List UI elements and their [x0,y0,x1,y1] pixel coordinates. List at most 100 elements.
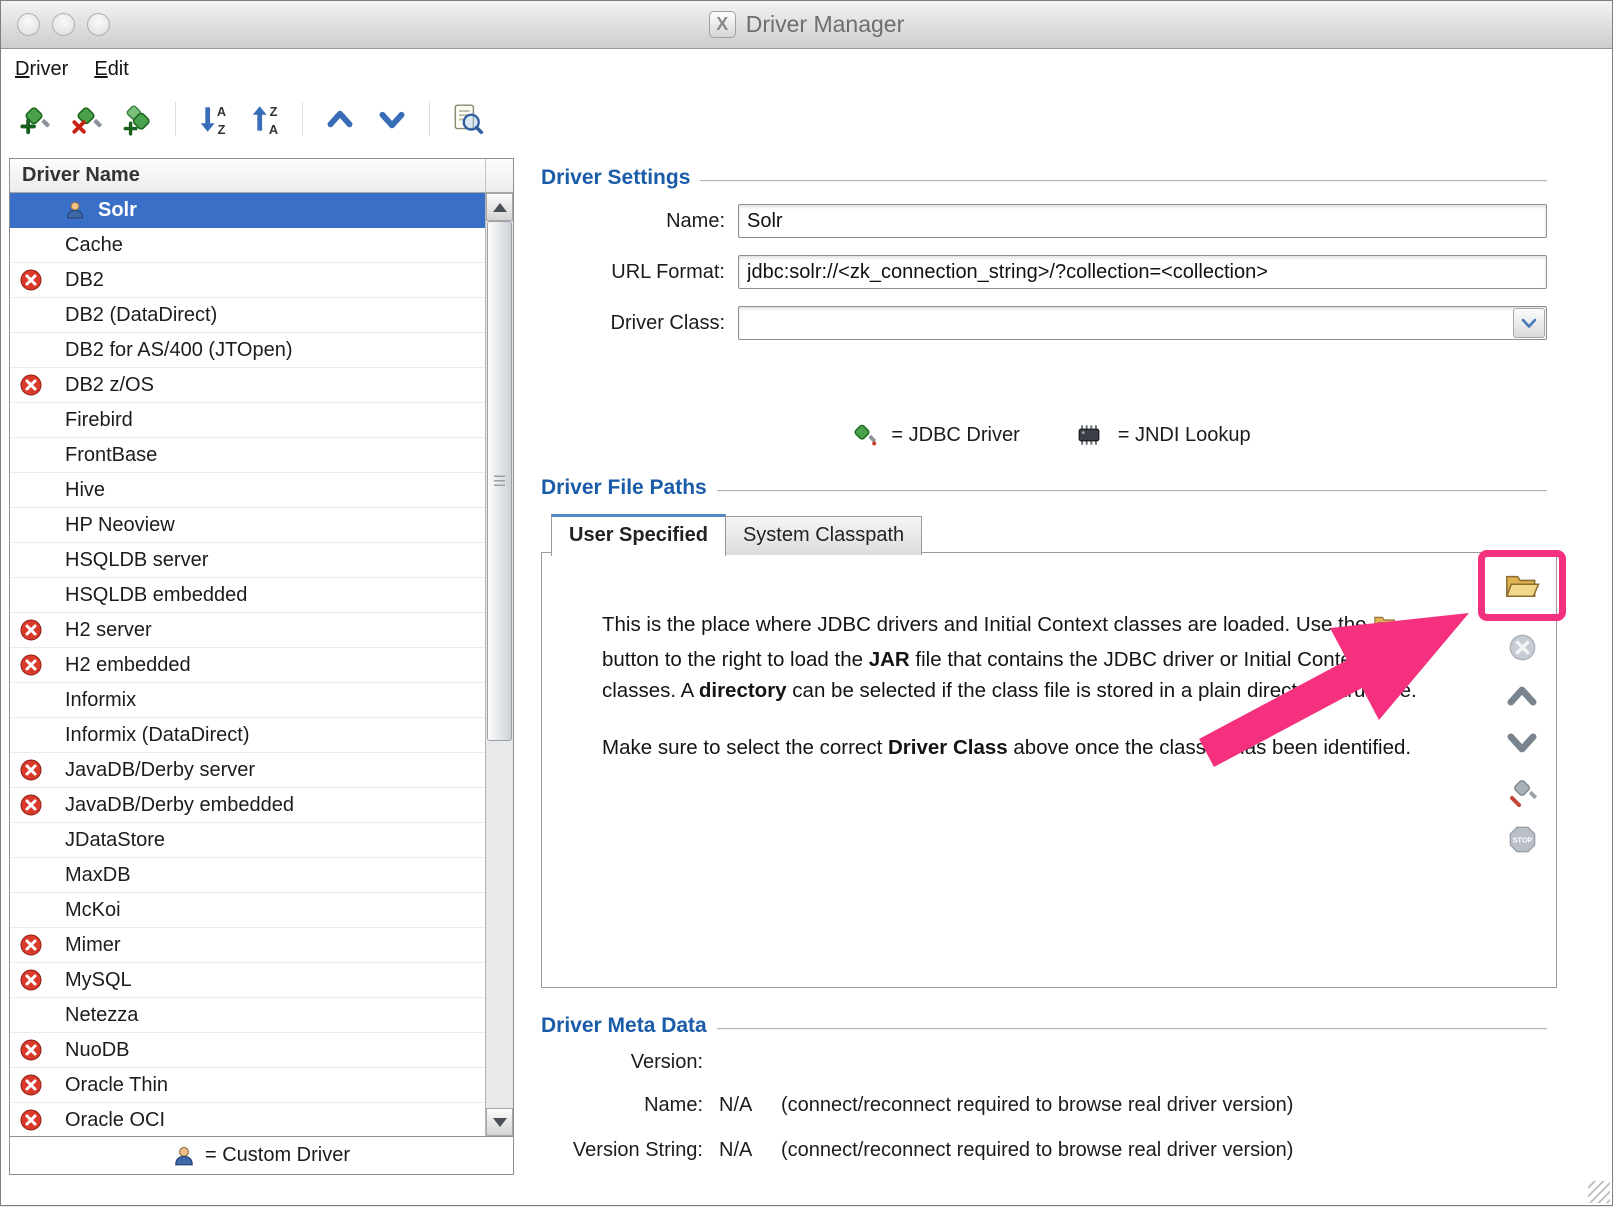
copy-driver-icon [121,102,155,136]
list-item[interactable]: Informix (DataDirect) [10,718,485,753]
scroll-down-button[interactable] [486,1108,513,1136]
error-icon [20,1074,42,1096]
scrollbar-thumb[interactable] [487,221,512,741]
sort-descending-button[interactable]: A Z [192,98,234,140]
toolbar-separator [175,102,176,136]
list-item[interactable]: Solr [10,193,485,228]
driver-class-dropdown-button[interactable] [1513,308,1545,338]
list-item[interactable]: DB2 (DataDirect) [10,298,485,333]
version-string-note: (connect/reconnect required to browse re… [781,1139,1293,1162]
list-item[interactable]: DB2 [10,263,485,298]
driver-name-label: JavaDB/Derby embedded [65,794,294,817]
file-paths-text: This is the place where JDBC drivers and… [602,609,1417,763]
list-item[interactable]: Informix [10,683,485,718]
move-entry-up-button[interactable] [1502,675,1542,715]
delete-driver-button[interactable] [65,98,107,140]
meta-version-string-row: Version String: N/A (connect/reconnect r… [541,1139,1293,1162]
header-corner [485,159,513,192]
scroll-up-button[interactable] [486,193,513,221]
resize-grip[interactable] [1588,1181,1610,1203]
driver-name-label: Informix [65,689,136,712]
list-item[interactable]: DB2 z/OS [10,368,485,403]
error-icon [20,759,42,781]
stop-button[interactable]: STOP [1502,819,1542,859]
list-item[interactable]: H2 server [10,613,485,648]
tab-user-specified[interactable]: User Specified [551,514,726,556]
driver-name-label: Cache [65,234,123,257]
list-item[interactable]: Oracle OCI [10,1103,485,1136]
driver-name-label: HP Neoview [65,514,175,537]
error-icon [20,969,42,991]
list-item[interactable]: MySQL [10,963,485,998]
error-icon [20,1039,42,1061]
list-item[interactable]: DB2 for AS/400 (JTOpen) [10,333,485,368]
list-item[interactable]: NuoDB [10,1033,485,1068]
list-item[interactable]: McKoi [10,893,485,928]
search-button[interactable] [446,98,488,140]
list-item[interactable]: FrontBase [10,438,485,473]
delete-driver-icon [69,102,103,136]
toolbar-separator [302,102,303,136]
list-item[interactable]: Cache [10,228,485,263]
list-item[interactable]: HSQLDB embedded [10,578,485,613]
driver-list-body: Solr Cache DB2DB2 (DataDirect) DB2 for AS/4… [10,193,513,1136]
driver-name-label: Hive [65,479,105,502]
scan-driver-icon [1506,775,1538,807]
error-icon [20,619,42,641]
emphasized-text: Driver Class [888,736,1008,759]
remove-circle-icon [1507,632,1538,663]
driver-name-label: H2 embedded [65,654,191,677]
svg-text:Z: Z [270,104,278,119]
file-paths-tabs: User Specified System Classpath [551,514,922,555]
list-item[interactable]: MaxDB [10,858,485,893]
toolbar: A Z Z A [1,89,1612,149]
jndi-chip-icon [1074,423,1104,447]
help-paragraph: This is the place where JDBC drivers and… [602,609,1417,706]
remove-entry-button[interactable] [1502,627,1542,667]
copy-driver-button[interactable] [117,98,159,140]
list-item[interactable]: Hive [10,473,485,508]
driver-name-label: Oracle Thin [65,1074,168,1097]
titlebar: X Driver Manager [1,1,1612,49]
driver-name-label: McKoi [65,899,121,922]
list-item[interactable]: Firebird [10,403,485,438]
list-item[interactable]: Netezza [10,998,485,1033]
move-entry-down-button[interactable] [1502,723,1542,763]
jdbc-driver-legend-text: = JDBC Driver [891,424,1019,447]
emphasized-text: JAR [869,648,910,671]
chevron-down-icon [1520,316,1538,330]
list-item[interactable]: HSQLDB server [10,543,485,578]
new-driver-button[interactable] [13,98,55,140]
driver-class-input[interactable] [738,306,1547,340]
list-item[interactable]: HP Neoview [10,508,485,543]
tab-system-classpath[interactable]: System Classpath [725,516,922,555]
sort-ascending-button[interactable]: Z A [244,98,286,140]
driver-name-label: JDataStore [65,829,165,852]
driver-meta-data-title: Driver Meta Data [541,1014,707,1038]
open-folder-button[interactable] [1502,565,1542,605]
file-paths-content: This is the place where JDBC drivers and… [541,552,1557,988]
meta-name-row: Name: N/A (connect/reconnect required to… [541,1094,1293,1117]
driver-name-label: FrontBase [65,444,157,467]
url-format-input[interactable] [738,255,1547,289]
list-item[interactable]: JavaDB/Derby server [10,753,485,788]
move-up-button[interactable] [319,98,361,140]
list-scrollbar[interactable] [485,193,513,1136]
driver-name-label: DB2 for AS/400 (JTOpen) [65,339,293,362]
list-item[interactable]: H2 embedded [10,648,485,683]
driver-name-label: Solr [98,199,137,222]
help-paragraph: Make sure to select the correct Driver C… [602,732,1417,763]
move-down-button[interactable] [371,98,413,140]
menu-edit[interactable]: Edit [94,58,128,81]
jndi-lookup-legend-text: = JNDI Lookup [1118,424,1251,447]
list-item[interactable]: JDataStore [10,823,485,858]
list-item[interactable]: Mimer [10,928,485,963]
driver-name-label: MaxDB [65,864,131,887]
menu-driver[interactable]: Driver [15,58,68,81]
driver-name-label: H2 server [65,619,152,642]
list-item[interactable]: Oracle Thin [10,1068,485,1103]
scan-driver-button[interactable] [1502,771,1542,811]
name-input[interactable] [738,204,1547,238]
list-item[interactable]: JavaDB/Derby embedded [10,788,485,823]
driver-name-label: NuoDB [65,1039,129,1062]
